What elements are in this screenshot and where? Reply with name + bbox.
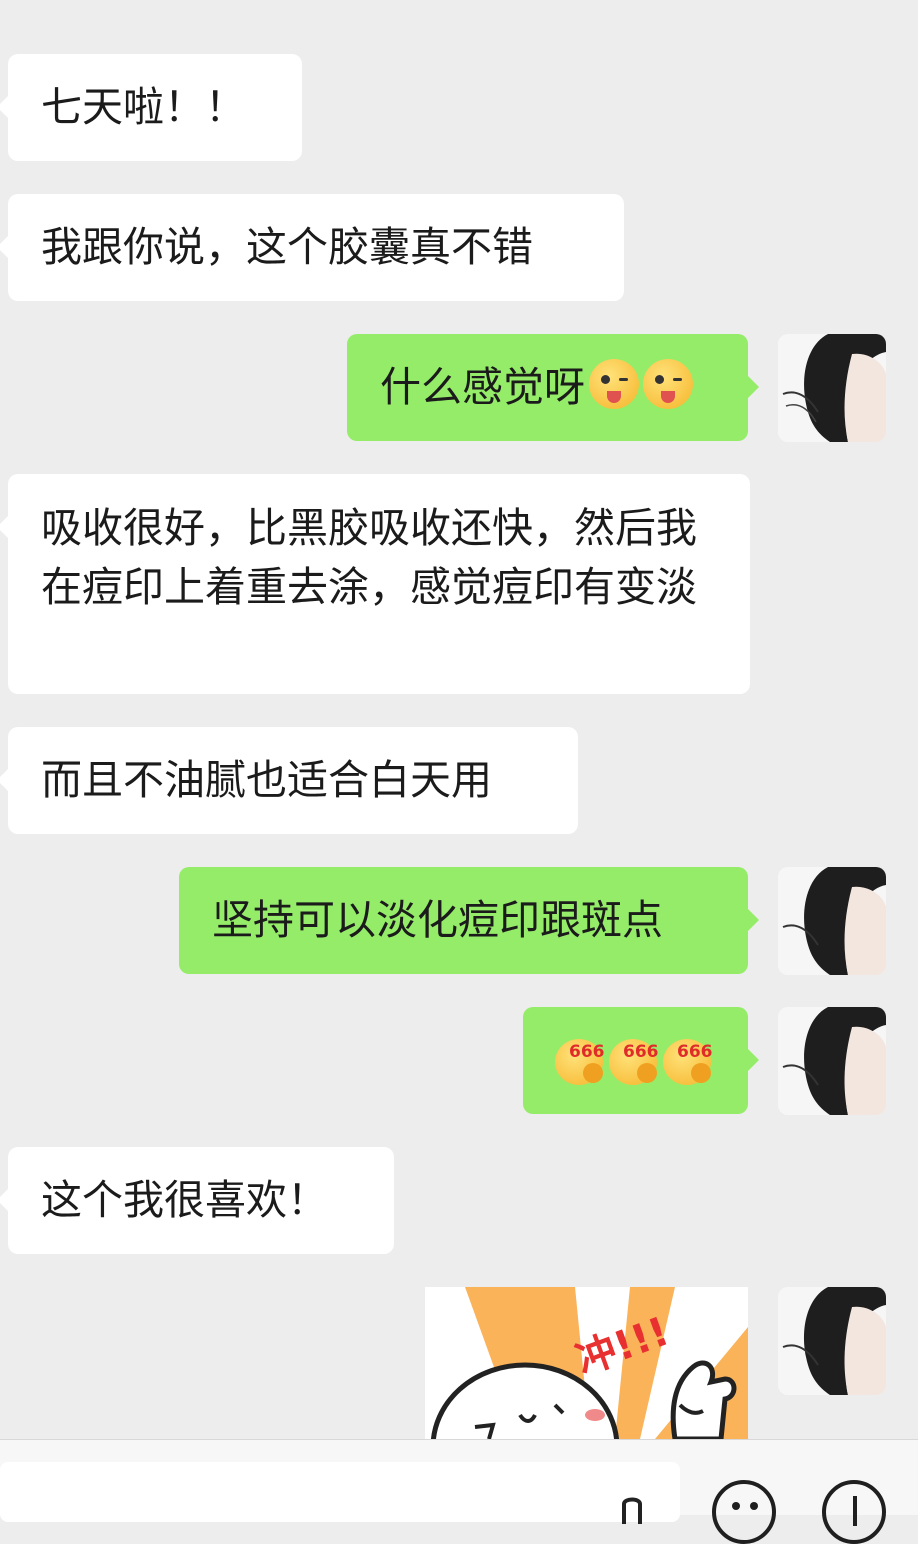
message-bubble[interactable]: 吸收很好，比黑胶吸收还快，然后我在痘印上着重去涂，感觉痘印有变淡 [0, 474, 750, 694]
666-emoji: 666 [555, 1029, 607, 1085]
message-text: 吸收很好，比黑胶吸收还快，然后我在痘印上着重去涂，感觉痘印有变淡 [41, 504, 697, 611]
avatar[interactable] [778, 334, 886, 442]
message-bubble[interactable]: 七天啦！！ [0, 54, 302, 161]
message-bubble[interactable]: 这个我很喜欢！ [0, 1147, 394, 1254]
avatar[interactable] [778, 1287, 886, 1395]
message-text: 而且不油腻也适合白天用 [41, 756, 492, 804]
message-bubble[interactable]: 我跟你说，这个胶囊真不错 [0, 194, 624, 301]
avatar[interactable] [778, 867, 886, 975]
plus-button-icon[interactable] [822, 1480, 886, 1544]
message-bubble[interactable]: 666 666 666 [523, 1007, 759, 1114]
666-emoji: 666 [609, 1029, 661, 1085]
message-text: 什么感觉呀 [380, 363, 585, 411]
voice-icon[interactable] [618, 1494, 646, 1524]
message-text: 七天啦！！ [41, 83, 246, 131]
emoji-button-icon[interactable] [712, 1480, 776, 1544]
message-input[interactable] [0, 1462, 680, 1524]
tongue-wink-emoji [643, 359, 693, 409]
tongue-wink-emoji [589, 359, 639, 409]
message-text: 我跟你说，这个胶囊真不错 [41, 223, 533, 271]
input-bar [0, 1439, 918, 1544]
message-bubble[interactable]: 坚持可以淡化痘印跟斑点 [179, 867, 759, 974]
cartoon-charge-sticker[interactable]: 冲!!! [425, 1287, 748, 1439]
message-text: 这个我很喜欢！ [41, 1176, 328, 1224]
666-emoji: 666 [663, 1029, 715, 1085]
avatar[interactable] [778, 1007, 886, 1115]
message-bubble[interactable]: 什么感觉呀 [347, 334, 759, 441]
message-bubble[interactable]: 而且不油腻也适合白天用 [0, 727, 578, 834]
message-text: 坚持可以淡化痘印跟斑点 [212, 896, 663, 944]
